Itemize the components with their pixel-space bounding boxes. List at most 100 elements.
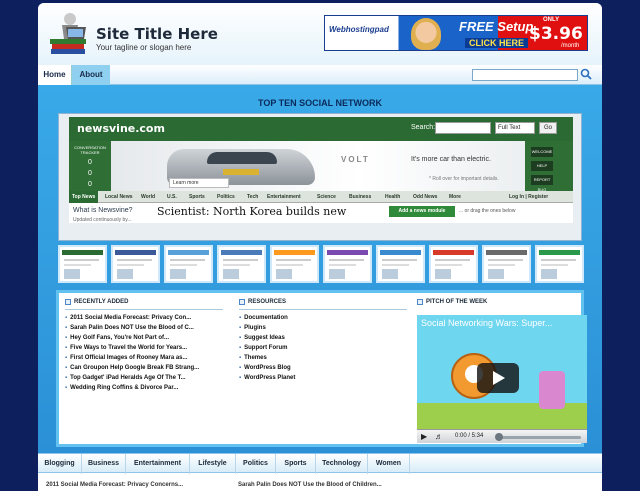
drag-hint: ... or drag the ones below xyxy=(459,208,516,214)
banner-cta[interactable]: CLICK HERE xyxy=(465,38,529,48)
slider-thumbnail[interactable] xyxy=(323,245,372,283)
slider-thumbnail[interactable] xyxy=(429,245,478,283)
banner-headline: FREE Setup xyxy=(459,19,534,34)
newsvine-search-input xyxy=(435,122,491,134)
recent-item[interactable]: 2011 Social Media Forecast: Privacy Con.… xyxy=(65,315,191,321)
category-tab-lifestyle[interactable]: Lifestyle xyxy=(190,454,236,474)
play-icon[interactable] xyxy=(477,363,519,393)
play-pause-icon[interactable]: ▶ xyxy=(421,432,427,441)
category-tab-business[interactable]: Business xyxy=(82,454,126,474)
nav-tab-about[interactable]: About xyxy=(72,65,110,85)
recent-item[interactable]: Wedding Ring Coffins & Divorce Par... xyxy=(65,385,178,391)
volume-icon[interactable]: ♬ xyxy=(435,432,443,441)
category-posts: 2011 Social Media Forecast: Privacy Conc… xyxy=(38,474,602,491)
welcome-button: WELCOME xyxy=(531,147,553,157)
recent-item[interactable]: First Official Images of Rooney Mara as.… xyxy=(65,355,187,361)
resource-link[interactable]: Plugins xyxy=(239,325,266,331)
slider-thumbnail[interactable] xyxy=(111,245,160,283)
resource-link[interactable]: Support Forum xyxy=(239,345,287,351)
recent-divider xyxy=(65,309,223,310)
ad-note: * Roll over for important details. xyxy=(429,176,499,182)
banner-model-photo xyxy=(411,18,441,50)
category-tab-technology[interactable]: Technology xyxy=(316,454,368,474)
video-title[interactable]: Social Networking Wars: Super... xyxy=(421,318,552,328)
newsvine-tab: Top News xyxy=(69,191,99,203)
tagline: Your tagline or slogan here xyxy=(96,43,192,52)
document-icon xyxy=(65,299,71,305)
search-input[interactable] xyxy=(472,69,578,81)
recent-item[interactable]: Hey Golf Fans, You're Not Part of... xyxy=(65,335,169,341)
category-nav: Blogging Business Entertainment Lifestyl… xyxy=(38,453,602,474)
recent-heading: RECENTLY ADDED xyxy=(74,299,129,305)
resource-link[interactable]: Suggest Ideas xyxy=(239,335,285,341)
category-post-link[interactable]: Sarah Palin Does NOT Use the Blood of Ch… xyxy=(238,482,382,488)
ad-learn-more: Learn more xyxy=(169,178,229,188)
category-tab-entertainment[interactable]: Entertainment xyxy=(126,454,190,474)
resource-link[interactable]: WordPress Blog xyxy=(239,365,291,371)
resources-divider xyxy=(239,309,407,310)
main-area: TOP TEN SOCIAL NETWORK newsvine.com Sear… xyxy=(38,85,602,453)
slider-thumbnail[interactable] xyxy=(270,245,319,283)
resource-link[interactable]: Documentation xyxy=(239,315,288,321)
newsvine-tab: U.S. xyxy=(167,194,177,200)
category-tab-politics[interactable]: Politics xyxy=(236,454,276,474)
video-character-2 xyxy=(539,371,565,409)
what-is-newsvine: What is Newsvine? xyxy=(73,207,133,214)
video-controls: ▶ ♬ 0:00 / 5:34 xyxy=(417,429,587,443)
site-title[interactable]: Site Title Here xyxy=(96,25,218,43)
recent-item[interactable]: Top Gadget' iPad Heralds Age Of The T... xyxy=(65,375,185,381)
ad-brand: VOLT xyxy=(341,155,370,164)
page: Site Title Here Your tagline or slogan h… xyxy=(38,3,602,491)
slider-thumbnail[interactable] xyxy=(482,245,531,283)
category-post-link[interactable]: 2011 Social Media Forecast: Privacy Conc… xyxy=(46,482,183,488)
newsvine-header: newsvine.com Search: Full Text Go xyxy=(69,117,573,141)
category-tab-blogging[interactable]: Blogging xyxy=(38,454,82,474)
pitch-heading: PITCH OF THE WEEK xyxy=(426,299,488,305)
banner-per-month: /month xyxy=(561,43,580,49)
resources-heading: RESOURCES xyxy=(248,299,287,305)
newsvine-tab: More xyxy=(449,194,461,200)
resource-link[interactable]: WordPress Planet xyxy=(239,375,295,381)
slider-thumbnail[interactable] xyxy=(217,245,266,283)
newsvine-login: Log In | Register xyxy=(509,194,549,200)
video-seek-handle[interactable] xyxy=(495,433,503,441)
resource-link[interactable]: Themes xyxy=(239,355,267,361)
category-tab-sports[interactable]: Sports xyxy=(276,454,316,474)
newsvine-tab: Entertainment xyxy=(267,194,301,200)
newsvine-tab: World xyxy=(141,194,156,200)
search-icon[interactable] xyxy=(580,67,592,81)
slider-thumbnail[interactable] xyxy=(58,245,107,283)
nav-tab-home[interactable]: Home xyxy=(38,65,72,85)
laptop-books-logo-icon xyxy=(50,13,86,54)
report-bug-button: REPORT BUG xyxy=(531,175,553,192)
video-seekbar[interactable] xyxy=(497,436,581,439)
newsvine-tab: Sports xyxy=(189,194,205,200)
video-player[interactable]: Social Networking Wars: Super... ▶ ♬ 0:0… xyxy=(417,315,587,443)
volt-ad: Learn more VOLT It's more car than elect… xyxy=(111,141,525,191)
tracker-count: 0 xyxy=(88,170,92,177)
recent-item[interactable]: Sarah Palin Does NOT Use the Blood of C.… xyxy=(65,325,194,331)
slider-thumbnail[interactable] xyxy=(376,245,425,283)
newsvine-tab: Tech xyxy=(247,194,259,200)
featured-slide[interactable]: newsvine.com Search: Full Text Go CONVER… xyxy=(58,113,582,241)
header: Site Title Here Your tagline or slogan h… xyxy=(38,3,602,65)
updated-note: Updated continuously by... xyxy=(73,217,132,223)
slider-thumbnail[interactable] xyxy=(535,245,584,283)
newsvine-go-button: Go xyxy=(539,122,557,134)
help-button: HELP xyxy=(531,161,553,171)
newsvine-headline: Scientist: North Korea builds new xyxy=(157,205,347,218)
newsvine-side-buttons: WELCOME HELP REPORT BUG xyxy=(525,141,573,192)
slider-thumbnail[interactable] xyxy=(164,245,213,283)
webhostingpad-banner-ad[interactable]: Webhostingpad FREE Setup CLICK HERE ONLY… xyxy=(324,15,588,51)
newsvine-tab: Business xyxy=(349,194,372,200)
document-icon xyxy=(417,299,423,305)
category-tab-women[interactable]: Women xyxy=(368,454,410,474)
newsvine-tab: Politics xyxy=(217,194,235,200)
slider-thumbnails xyxy=(58,245,584,285)
newsvine-tab: Science xyxy=(317,194,336,200)
recent-item[interactable]: Can Groupon Help Google Break FB Strang.… xyxy=(65,365,199,371)
newsvine-content: What is Newsvine? Updated continuously b… xyxy=(69,203,573,223)
slider-title: TOP TEN SOCIAL NETWORK xyxy=(257,98,382,108)
recent-item[interactable]: Five Ways to Travel the World for Years.… xyxy=(65,345,187,351)
tracker-label: CONVERSATION TRACKER xyxy=(74,145,106,155)
